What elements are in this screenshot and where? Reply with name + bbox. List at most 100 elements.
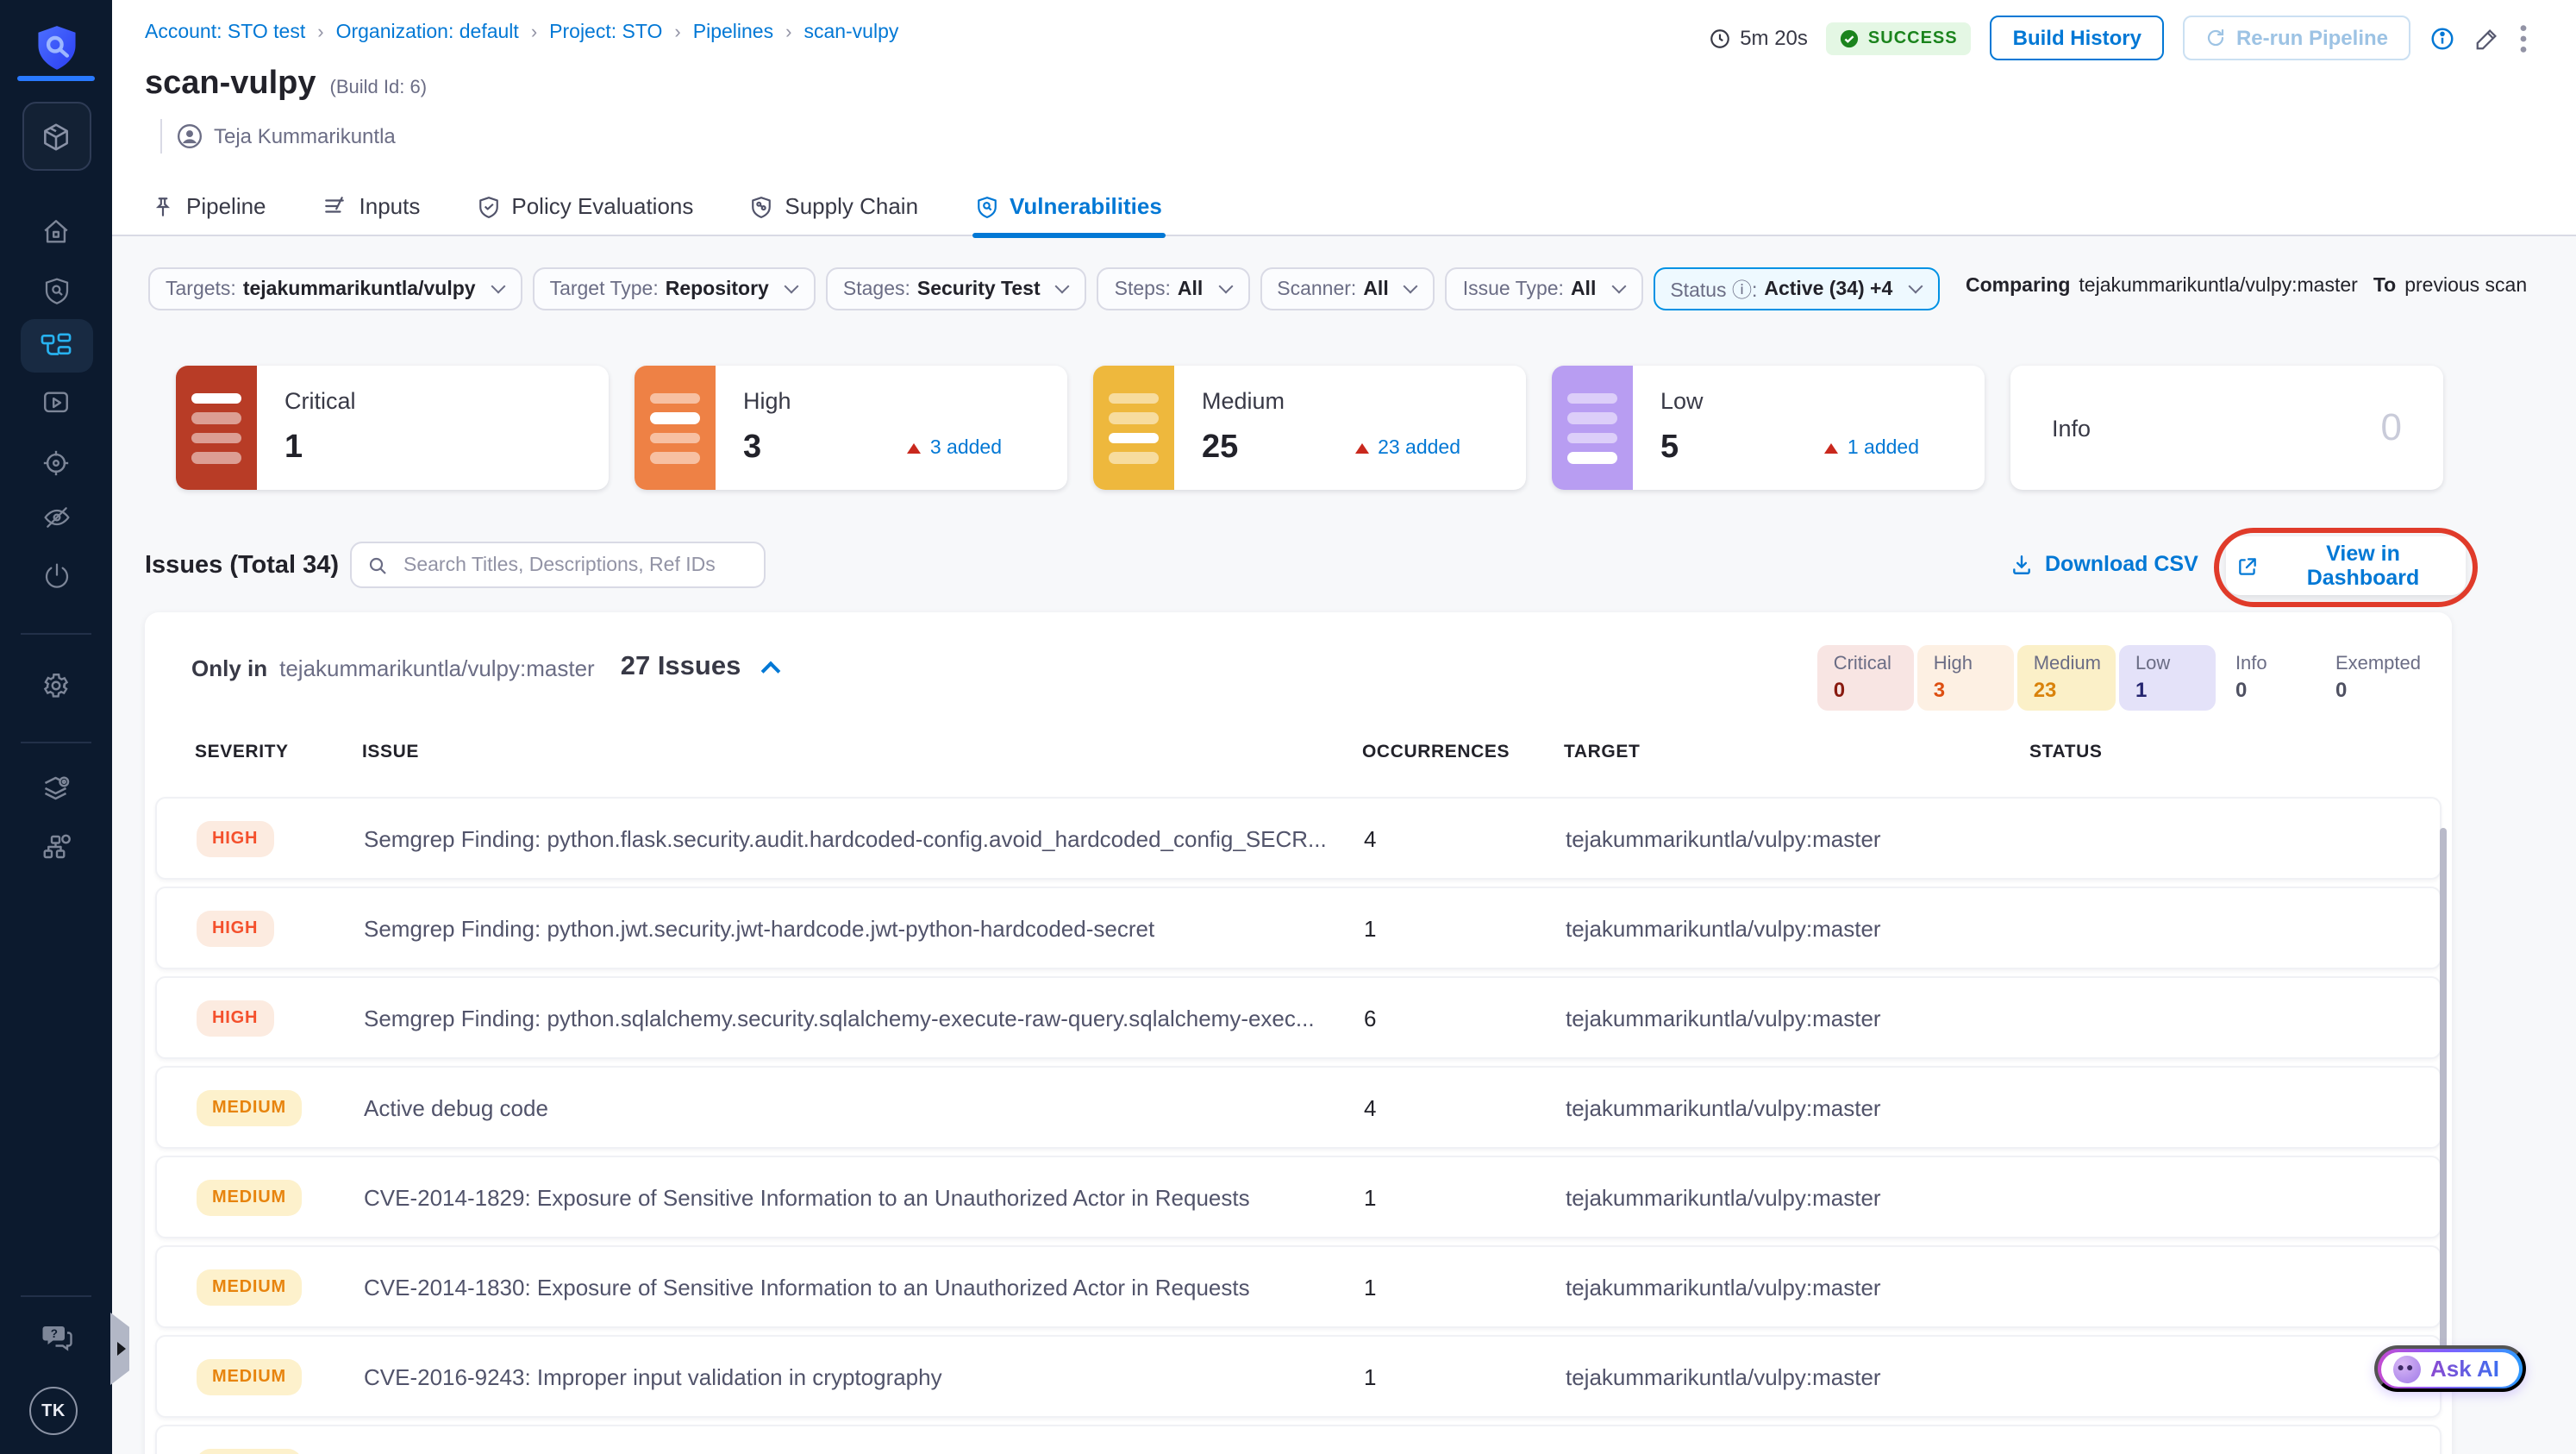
collapse-chevron-icon[interactable] xyxy=(760,661,780,681)
eye-off-icon[interactable] xyxy=(0,504,112,531)
severity-card[interactable]: Critical 1 xyxy=(176,366,609,490)
table-row[interactable]: MEDIUM xyxy=(155,1425,2442,1454)
tab-policy-evaluations[interactable]: Policy Evaluations xyxy=(477,178,693,235)
chevron-down-icon xyxy=(784,279,799,294)
issues-search[interactable] xyxy=(350,542,766,588)
severity-chip[interactable]: Low 1 xyxy=(2119,645,2216,711)
severity-badge: MEDIUM xyxy=(197,1089,302,1125)
tab-pipeline[interactable]: Pipeline xyxy=(152,178,266,235)
search-input[interactable] xyxy=(400,553,748,577)
help-chat-icon[interactable]: ? xyxy=(0,1321,112,1352)
pipelines-icon xyxy=(20,319,92,373)
power-icon[interactable] xyxy=(0,562,112,590)
breadcrumb-account[interactable]: Account: STO test xyxy=(145,22,305,43)
sto-logo-icon[interactable] xyxy=(0,24,112,72)
severity-gauge-icon xyxy=(635,366,716,490)
severity-badge: MEDIUM xyxy=(197,1179,302,1215)
user-icon xyxy=(178,124,202,148)
more-options-icon[interactable] xyxy=(2519,23,2528,53)
severity-chip[interactable]: Exempted 0 xyxy=(2320,645,2436,711)
ask-ai-button[interactable]: ●● Ask AI xyxy=(2374,1345,2526,1392)
table-row[interactable]: HIGH Semgrep Finding: python.flask.secur… xyxy=(155,797,2442,880)
shield-search-icon xyxy=(977,196,996,217)
pipeline-duration: 5m 20s xyxy=(1709,26,1808,50)
severity-gauge-icon xyxy=(176,366,257,490)
severity-chip[interactable]: High 3 xyxy=(1917,645,2015,711)
tab-vulnerabilities[interactable]: Vulnerabilities xyxy=(972,178,1166,238)
module-active-indicator xyxy=(17,76,95,81)
scan-shield-icon[interactable] xyxy=(0,276,112,304)
user-avatar[interactable]: TK xyxy=(29,1387,78,1435)
severity-cards: Critical 1 High 3 3 added Medium 25 23 a… xyxy=(176,366,2443,490)
chevron-down-icon xyxy=(491,279,506,294)
occurrences-count: 1 xyxy=(1364,1363,1377,1389)
download-csv-button[interactable]: Download CSV xyxy=(2010,552,2198,576)
network-settings-icon[interactable] xyxy=(0,831,112,862)
col-target: TARGET xyxy=(1564,742,1641,762)
issue-title: Semgrep Finding: python.flask.security.a… xyxy=(364,825,1327,851)
targets-icon[interactable] xyxy=(0,448,112,476)
expand-arrow-icon xyxy=(117,1342,126,1356)
table-row[interactable]: HIGH Semgrep Finding: python.jwt.securit… xyxy=(155,887,2442,969)
severity-card[interactable]: Low 5 1 added xyxy=(1552,366,1985,490)
filter-pill[interactable]: Scanner: All xyxy=(1260,267,1435,310)
breadcrumb-separator: › xyxy=(785,22,792,43)
breadcrumb-current[interactable]: scan-vulpy xyxy=(803,22,898,43)
status-badge: SUCCESS xyxy=(1826,22,1972,54)
breadcrumb-organization[interactable]: Organization: default xyxy=(336,22,519,43)
tab-supply-chain[interactable]: Supply Chain xyxy=(750,178,918,235)
chevron-down-icon xyxy=(1055,279,1071,294)
table-row[interactable]: HIGH Semgrep Finding: python.sqlalchemy.… xyxy=(155,976,2442,1059)
filter-pill[interactable]: Target Type: Repository xyxy=(532,267,816,310)
filter-pill[interactable]: Status ⓘ: Active (34) +4 xyxy=(1653,267,1940,310)
home-icon[interactable] xyxy=(0,217,112,245)
filter-pill[interactable]: Targets: tejakummarikuntla/vulpy xyxy=(148,267,522,310)
layers-settings-icon[interactable] xyxy=(0,773,112,804)
issue-title: CVE-2014-1829: Exposure of Sensitive Inf… xyxy=(364,1184,1250,1210)
info-icon[interactable] xyxy=(2429,25,2455,51)
module-selector-button[interactable] xyxy=(0,102,112,171)
inputs-icon xyxy=(325,197,345,213)
edit-pencil-icon[interactable] xyxy=(2474,25,2500,51)
sidebar-item-pipelines[interactable] xyxy=(0,319,112,373)
tab-inputs[interactable]: Inputs xyxy=(323,178,420,235)
filter-pill[interactable]: Issue Type: All xyxy=(1445,267,1643,310)
table-scrollbar[interactable] xyxy=(2439,828,2447,1380)
severity-card[interactable]: Medium 25 23 added xyxy=(1093,366,1526,490)
table-row[interactable]: MEDIUM CVE-2014-1830: Exposure of Sensit… xyxy=(155,1245,2442,1328)
page-title: scan-vulpy xyxy=(145,66,316,102)
ai-mascot-icon: ●● xyxy=(2392,1355,2420,1382)
comparing-label: Comparing tejakummarikuntla/vulpy:master… xyxy=(1966,276,2528,297)
delta-added: 1 added xyxy=(1824,438,1919,459)
chevron-down-icon xyxy=(1404,279,1419,294)
tab-bar: Pipeline Inputs Policy Evaluations Suppl… xyxy=(152,178,1166,238)
build-id-label: (Build Id: 6) xyxy=(329,78,428,98)
chevron-down-icon xyxy=(1217,279,1233,294)
info-card[interactable]: Info 0 xyxy=(2010,366,2443,490)
severity-card[interactable]: High 3 3 added xyxy=(635,366,1067,490)
table-row[interactable]: MEDIUM Active debug code 4 tejakummariku… xyxy=(155,1066,2442,1149)
breadcrumb-separator: › xyxy=(317,22,324,43)
breadcrumb-project[interactable]: Project: STO xyxy=(549,22,662,43)
breadcrumb-pipelines[interactable]: Pipelines xyxy=(693,22,773,43)
rerun-pipeline-button[interactable]: Re-run Pipeline xyxy=(2182,16,2410,60)
table-row[interactable]: MEDIUM CVE-2014-1829: Exposure of Sensit… xyxy=(155,1156,2442,1238)
severity-chip[interactable]: Medium 23 xyxy=(2017,645,2116,711)
issues-panel: Only in tejakummarikuntla/vulpy:master 2… xyxy=(145,612,2452,1454)
executions-icon[interactable] xyxy=(0,388,112,416)
issues-group-header[interactable]: Only in tejakummarikuntla/vulpy:master 2… xyxy=(191,652,780,683)
triangle-up-icon xyxy=(1355,443,1370,454)
triangle-up-icon xyxy=(907,443,922,454)
severity-badge: MEDIUM xyxy=(197,1269,302,1305)
view-in-dashboard-button[interactable]: View in Dashboard xyxy=(2226,536,2466,595)
filter-pill[interactable]: Stages: Security Test xyxy=(825,267,1087,310)
occurrences-count: 4 xyxy=(1364,825,1377,851)
severity-chip[interactable]: Info 0 xyxy=(2220,645,2317,711)
build-history-button[interactable]: Build History xyxy=(1990,16,2164,60)
search-icon xyxy=(369,556,386,573)
severity-chip[interactable]: Critical 0 xyxy=(1817,645,1915,711)
table-row[interactable]: MEDIUM CVE-2016-9243: Improper input val… xyxy=(155,1335,2442,1418)
settings-gear-icon[interactable] xyxy=(0,671,112,699)
filter-pill[interactable]: Steps: All xyxy=(1097,267,1250,310)
target-name: tejakummarikuntla/vulpy:master xyxy=(1566,1184,1881,1210)
